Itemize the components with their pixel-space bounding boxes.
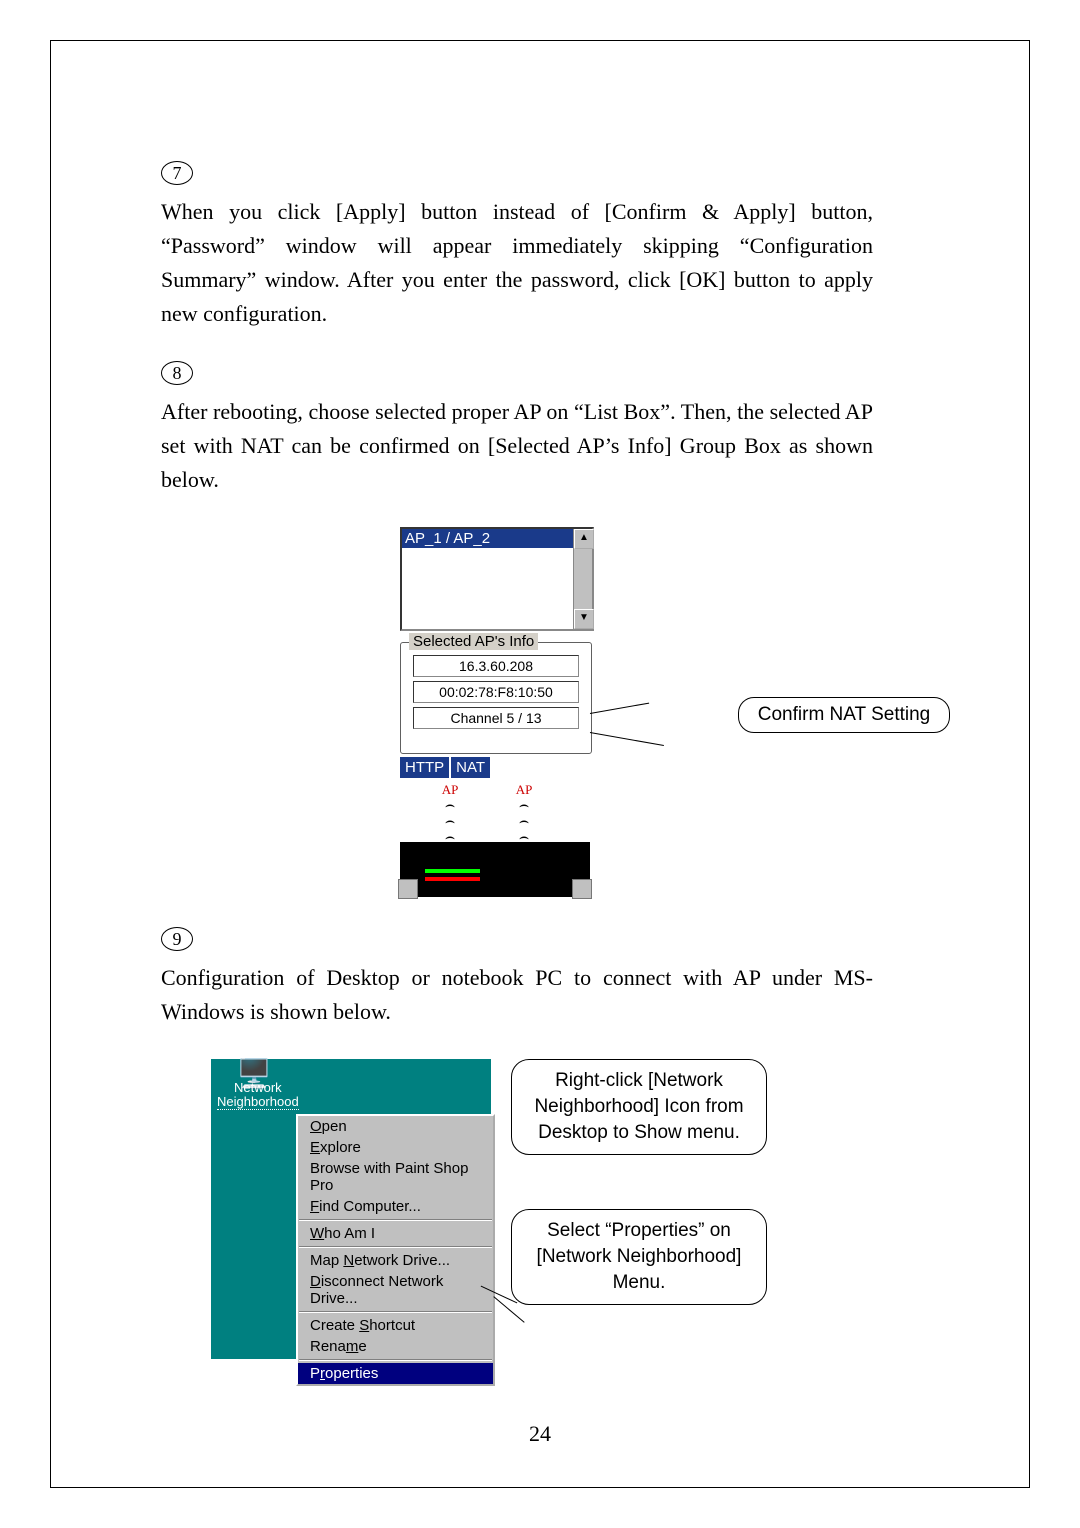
ap-mac: 00:02:78:F8:10:50 <box>413 681 579 703</box>
ap-listbox-selected-row[interactable]: AP_1 / AP_2 <box>402 529 592 548</box>
group-title: Selected AP's Info <box>409 633 538 650</box>
ap-listbox[interactable]: AP_1 / AP_2 ▲ ▼ <box>400 527 594 631</box>
mi-text: pen <box>322 1118 347 1135</box>
ap-label: AP <box>442 782 459 797</box>
activity-monitor <box>400 842 590 897</box>
bar-green <box>425 869 480 873</box>
network-neighborhood-icon[interactable]: 🖥️ Network Neighborhood <box>217 1067 291 1110</box>
step-9-text: Configuration of Desktop or notebook PC … <box>161 961 873 1029</box>
step-8-number: 8 <box>161 361 193 385</box>
step-8: 8 After rebooting, choose selected prope… <box>161 361 919 497</box>
ap-icon-2: AP ⌢⌢⌢ <box>494 782 554 846</box>
step-9-number: 9 <box>161 927 193 951</box>
callout-select-properties: Select “Properties” on [Network Neighbor… <box>511 1209 767 1305</box>
menu-find[interactable]: Find Computer... <box>298 1196 493 1217</box>
ap-channel: Channel 5 / 13 <box>413 707 579 729</box>
callout-connector <box>590 732 664 746</box>
menu-separator <box>299 1311 492 1313</box>
icon-label: Network Neighborhood <box>217 1081 299 1110</box>
zoom-icon-right[interactable] <box>572 879 592 899</box>
ap-icon-1: AP ⌢⌢⌢ <box>420 782 480 846</box>
ap-ip: 16.3.60.208 <box>413 655 579 677</box>
bar-red <box>425 877 480 881</box>
menu-separator <box>299 1219 492 1221</box>
context-menu: Open Explore Browse with Paint Shop Pro … <box>296 1114 495 1386</box>
ap-label: AP <box>516 782 533 797</box>
step-7-text: When you click [Apply] button instead of… <box>161 195 873 331</box>
menu-separator <box>299 1246 492 1248</box>
callout-confirm-nat: Confirm NAT Setting <box>738 697 950 733</box>
menu-disconnect[interactable]: Disconnect Network Drive... <box>298 1271 493 1309</box>
menu-properties[interactable]: Properties <box>298 1363 493 1384</box>
menu-open[interactable]: Open <box>298 1116 493 1137</box>
menu-browse[interactable]: Browse with Paint Shop Pro <box>298 1158 493 1196</box>
step-9: 9 Configuration of Desktop or notebook P… <box>161 927 919 1029</box>
ap-icons: AP ⌢⌢⌢ AP ⌢⌢⌢ <box>400 782 590 837</box>
menu-map[interactable]: Map Network Drive... <box>298 1250 493 1271</box>
menu-shortcut[interactable]: Create Shortcut <box>298 1315 493 1336</box>
step-8-text: After rebooting, choose selected proper … <box>161 395 873 497</box>
scroll-up-icon[interactable]: ▲ <box>574 529 594 549</box>
menu-whoami[interactable]: Who Am I <box>298 1223 493 1244</box>
nat-chip: NAT <box>451 757 490 778</box>
step-7: 7 When you click [Apply] button instead … <box>161 161 919 331</box>
listbox-scrollbar[interactable]: ▲ ▼ <box>573 529 592 629</box>
signal-icon: ⌢⌢⌢ <box>519 797 530 846</box>
step-7-number: 7 <box>161 161 193 185</box>
callout-connector <box>590 703 649 714</box>
scroll-down-icon[interactable]: ▼ <box>574 609 594 629</box>
figure-network-neighborhood: 🖥️ Network Neighborhood Open Explore Bro… <box>211 1059 781 1359</box>
menu-rename[interactable]: Rename <box>298 1336 493 1357</box>
http-chip: HTTP <box>400 757 449 778</box>
computers-icon: 🖥️ <box>217 1067 291 1081</box>
menu-explore[interactable]: Explore <box>298 1137 493 1158</box>
figure-ap-info: AP_1 / AP_2 ▲ ▼ Selected AP's Info 16.3.… <box>330 527 750 907</box>
zoom-icon-left[interactable] <box>398 879 418 899</box>
callout-right-click: Right-click [Network Neighborhood] Icon … <box>511 1059 767 1155</box>
page-number: 24 <box>51 1421 1029 1447</box>
signal-icon: ⌢⌢⌢ <box>445 797 456 846</box>
menu-separator <box>299 1359 492 1361</box>
selected-ap-info-group: Selected AP's Info 16.3.60.208 00:02:78:… <box>400 642 592 754</box>
